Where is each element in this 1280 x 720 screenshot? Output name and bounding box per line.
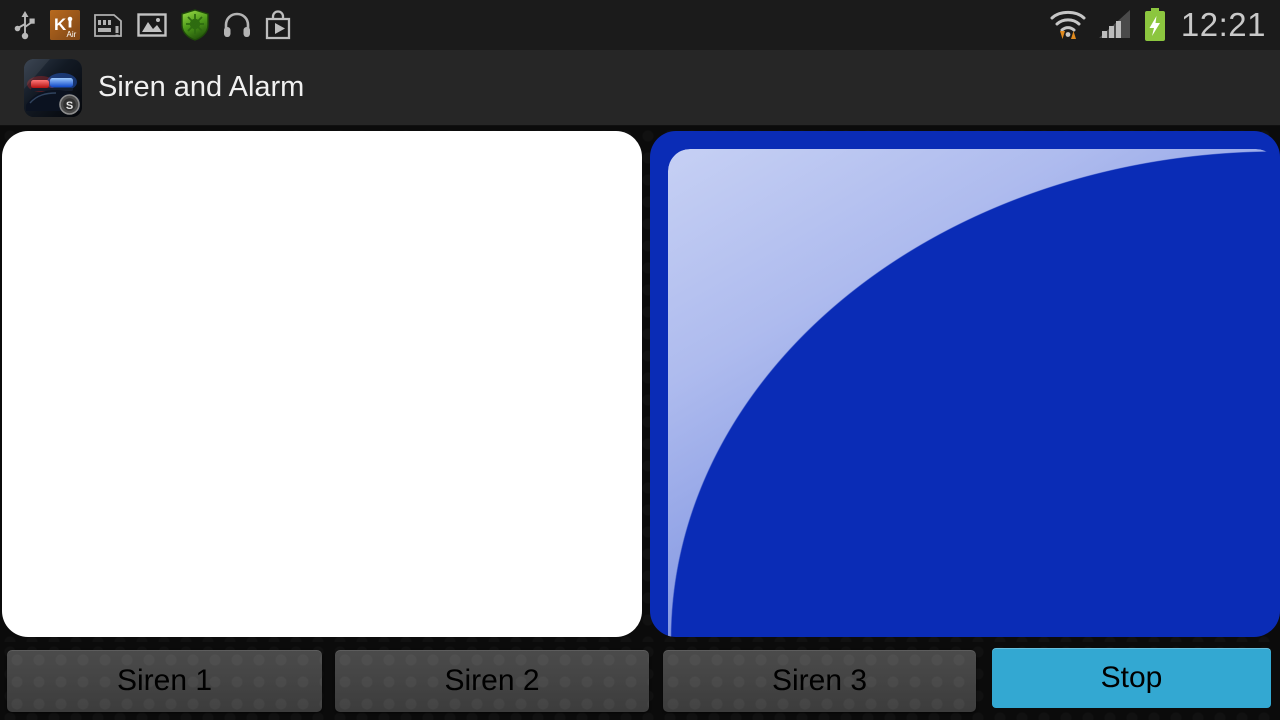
ki-air-icon: K Air (50, 10, 80, 40)
status-bar-left-icons: K Air (12, 0, 292, 50)
siren-1-button[interactable]: Siren 1 (7, 650, 322, 712)
siren-2-button[interactable]: Siren 2 (335, 650, 649, 712)
status-bar: K Air 12:21 (0, 0, 1280, 50)
usb-icon (14, 11, 35, 40)
stop-button[interactable]: Stop (992, 648, 1271, 708)
siren-display-panel-right[interactable] (650, 131, 1280, 637)
app-title-bar: S Siren and Alarm (0, 50, 1280, 126)
android-phone-screen: K Air 12:21 S Siren and Alarm Siren 1 Si… (0, 0, 1280, 720)
screenshot-image-icon (137, 13, 167, 37)
main-content-area (0, 126, 1280, 642)
status-bar-clock: 12:21 (1180, 5, 1266, 43)
svg-text:Air: Air (67, 30, 77, 39)
battery-charging-icon (1144, 8, 1165, 41)
status-bar-right-icons: 12:21 (1048, 0, 1266, 50)
siren-button-bar: Siren 1 Siren 2 Siren 3 Stop (0, 642, 1280, 720)
siren-3-button-label: Siren 3 (771, 664, 868, 697)
siren-display-panel-left[interactable] (2, 131, 642, 637)
siren-2-button-label: Siren 2 (444, 664, 540, 697)
siren-1-button-label: Siren 1 (116, 664, 213, 697)
app-icon-badge-letter: S (66, 100, 73, 112)
panel-gloss-highlight (668, 149, 1278, 637)
police-car-app-icon: S (24, 58, 82, 117)
siren-3-button[interactable]: Siren 3 (663, 650, 976, 712)
wifi-icon (1050, 10, 1086, 39)
sd-card-icon (94, 14, 122, 37)
app-title: Siren and Alarm (98, 71, 305, 103)
play-store-icon (265, 10, 291, 40)
stop-button-label: Stop (1100, 661, 1163, 694)
drweb-shield-icon (181, 9, 209, 41)
headphones-icon (224, 12, 250, 37)
svg-text:K: K (54, 15, 67, 34)
cellular-signal-icon (1098, 10, 1130, 38)
